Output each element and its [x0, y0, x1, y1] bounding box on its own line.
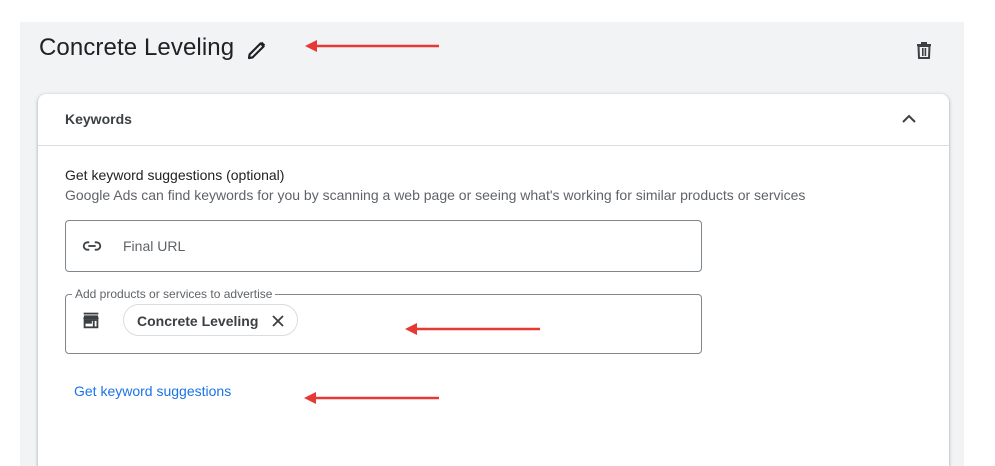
products-services-field[interactable]: Add products or services to advertise Co… [65, 287, 702, 354]
pencil-icon[interactable] [245, 38, 269, 62]
link-icon [81, 235, 103, 257]
trash-icon[interactable] [912, 38, 936, 62]
annotation-arrow-title [305, 40, 439, 52]
keywords-card-title: Keywords [65, 111, 132, 127]
product-chip-label: Concrete Leveling [137, 313, 259, 329]
annotation-arrow-link [304, 392, 439, 404]
storefront-icon [80, 309, 102, 331]
chevron-up-icon[interactable] [897, 107, 921, 131]
suggestions-title: Get keyword suggestions (optional) [65, 167, 285, 183]
product-chip[interactable]: Concrete Leveling [123, 304, 298, 336]
final-url-placeholder: Final URL [123, 238, 186, 254]
close-icon[interactable] [271, 314, 285, 328]
get-keyword-suggestions-link[interactable]: Get keyword suggestions [74, 383, 231, 399]
keywords-card-header[interactable]: Keywords [38, 94, 949, 146]
suggestions-description: Google Ads can find keywords for you by … [65, 187, 806, 203]
keywords-card: Keywords Get keyword suggestions (option… [38, 94, 949, 466]
annotation-arrow-chip [405, 323, 540, 335]
ad-group-title: Concrete Leveling [39, 34, 235, 61]
final-url-field[interactable]: Final URL [65, 220, 702, 272]
products-services-legend: Add products or services to advertise [72, 287, 276, 301]
